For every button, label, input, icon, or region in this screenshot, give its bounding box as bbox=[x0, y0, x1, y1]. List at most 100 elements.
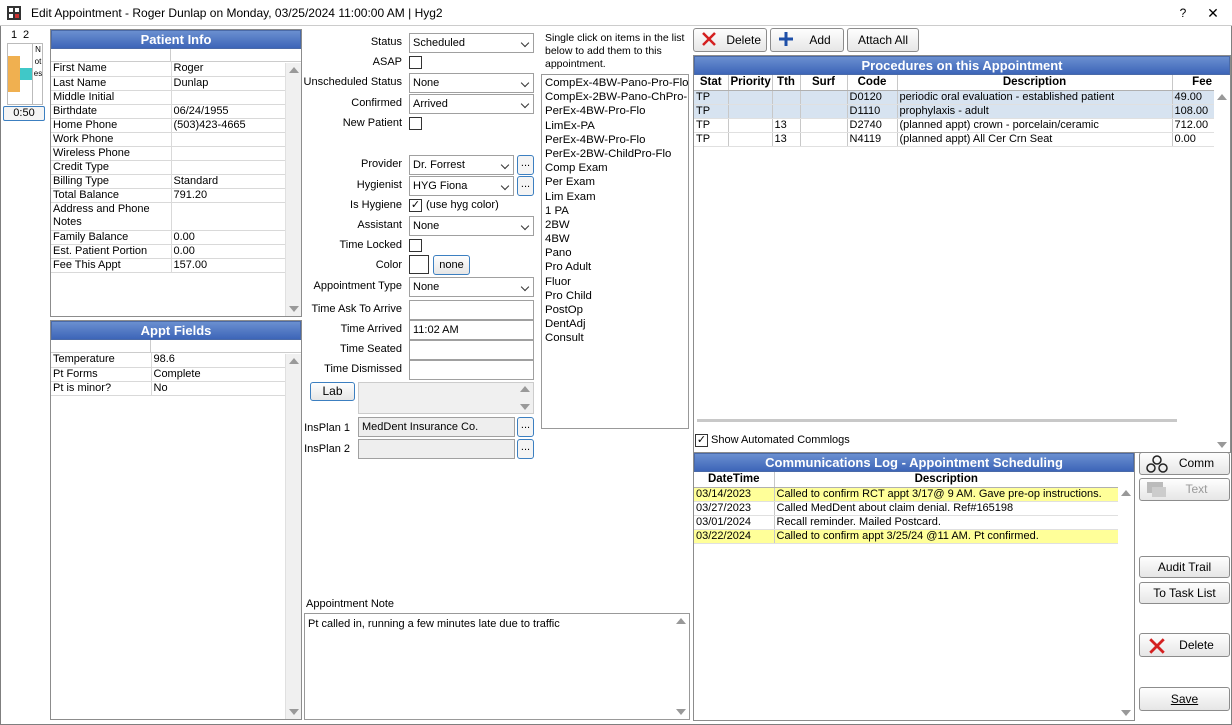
patient-info-label: Family Balance bbox=[51, 230, 171, 245]
appt-field-row[interactable]: Pt Forms Complete bbox=[51, 367, 285, 382]
provider-picker-button[interactable]: ... bbox=[517, 155, 534, 175]
patient-info-row[interactable]: Credit Type bbox=[51, 160, 285, 175]
to-task-list-button[interactable]: To Task List bbox=[1139, 582, 1230, 604]
unscheduled-status-dropdown[interactable]: None bbox=[409, 73, 534, 93]
audit-trail-button[interactable]: Audit Trail bbox=[1139, 556, 1230, 578]
note-scrollbar[interactable] bbox=[673, 614, 689, 719]
hygienist-picker-button[interactable]: ... bbox=[517, 176, 534, 196]
patient-info-row[interactable]: First Name Roger bbox=[51, 62, 285, 77]
text-button[interactable]: Text bbox=[1139, 478, 1230, 501]
quick-add-item[interactable]: CompEx-2BW-Pano-ChPro- bbox=[542, 90, 688, 104]
appointment-note-textarea[interactable]: Pt called in, running a few minutes late… bbox=[304, 613, 690, 720]
commlog-row[interactable]: 03/14/2023 Called to confirm RCT appt 3/1… bbox=[694, 487, 1118, 502]
time-seated-input[interactable] bbox=[409, 340, 534, 360]
time-ask-arrive-input[interactable] bbox=[409, 300, 534, 320]
patient-info-row[interactable]: Address and Phone Notes bbox=[51, 202, 285, 231]
insplan1-picker-button[interactable]: ... bbox=[517, 417, 534, 437]
quick-add-item[interactable]: 4BW bbox=[542, 232, 688, 246]
commlog-column-header[interactable]: DateTime bbox=[694, 472, 774, 488]
quick-add-item[interactable]: Pro Adult bbox=[542, 260, 688, 274]
quick-add-item[interactable]: 2BW bbox=[542, 218, 688, 232]
asap-checkbox[interactable] bbox=[409, 56, 422, 69]
patient-info-row[interactable]: Home Phone (503)423-4665 bbox=[51, 118, 285, 133]
color-swatch[interactable] bbox=[409, 255, 429, 274]
quick-add-item[interactable]: Comp Exam bbox=[542, 161, 688, 175]
confirmed-dropdown[interactable]: Arrived bbox=[409, 94, 534, 114]
add-procedure-button[interactable]: Add bbox=[770, 28, 844, 52]
procedure-column-header[interactable]: Tth bbox=[771, 75, 800, 91]
time-dismissed-input[interactable] bbox=[409, 360, 534, 380]
lab-scrollbar[interactable] bbox=[517, 383, 533, 413]
delete-appointment-button[interactable]: Delete bbox=[1139, 633, 1230, 657]
quick-add-item[interactable]: DentAdj bbox=[542, 317, 688, 331]
patient-info-row[interactable]: Birthdate 06/24/1955 bbox=[51, 104, 285, 119]
patient-info-row[interactable]: Family Balance 0.00 bbox=[51, 230, 285, 245]
procedure-column-header[interactable]: Stat bbox=[694, 75, 728, 91]
patient-info-scrollbar[interactable] bbox=[285, 63, 301, 316]
commlog-scrollbar[interactable] bbox=[1118, 486, 1134, 720]
comm-button[interactable]: Comm bbox=[1139, 452, 1230, 475]
preview-time[interactable]: 0:50 bbox=[3, 106, 45, 121]
patient-info-row[interactable]: Billing Type Standard bbox=[51, 174, 285, 189]
commlog-row[interactable]: 03/27/2023 Called MedDent about claim den… bbox=[694, 501, 1118, 516]
appointment-type-dropdown[interactable]: None bbox=[409, 277, 534, 297]
lab-button[interactable]: Lab bbox=[310, 382, 355, 401]
quick-add-item[interactable]: PerEx-4BW-Pro-Flo bbox=[542, 104, 688, 118]
quick-add-item[interactable]: Pro Child bbox=[542, 289, 688, 303]
quick-add-item[interactable]: Fluor bbox=[542, 275, 688, 289]
quick-add-item[interactable]: LimEx-PA bbox=[542, 119, 688, 133]
procedure-desc: prophylaxis - adult bbox=[896, 104, 1172, 119]
quick-add-item[interactable]: Lim Exam bbox=[542, 190, 688, 204]
quick-add-item[interactable]: Per Exam bbox=[542, 175, 688, 189]
new-patient-checkbox[interactable] bbox=[409, 117, 422, 130]
show-commlogs-checkbox[interactable]: ✓ bbox=[695, 434, 708, 447]
procedures-hscrollbar[interactable] bbox=[697, 419, 1177, 422]
appt-field-row[interactable]: Pt is minor? No bbox=[51, 381, 285, 396]
quick-add-item[interactable]: PerEx-4BW-Pro-Flo bbox=[542, 133, 688, 147]
procedures-scrollbar[interactable] bbox=[1214, 90, 1230, 452]
patient-info-value: Roger bbox=[170, 62, 285, 77]
procedure-column-header[interactable]: Priority bbox=[727, 75, 772, 91]
commlog-row[interactable]: 03/01/2024 Recall reminder. Mailed Postca… bbox=[694, 515, 1118, 530]
patient-info-row[interactable]: Total Balance 791.20 bbox=[51, 188, 285, 203]
commlog-row[interactable]: 03/22/2024 Called to confirm appt 3/25/24… bbox=[694, 529, 1118, 544]
attach-all-button[interactable]: Attach All bbox=[847, 28, 919, 52]
procedure-column-header[interactable]: Surf bbox=[799, 75, 847, 91]
provider-dropdown[interactable]: Dr. Forrest bbox=[409, 155, 514, 175]
quick-add-item[interactable]: PostOp bbox=[542, 303, 688, 317]
insplan2-picker-button[interactable]: ... bbox=[517, 439, 534, 459]
hygienist-dropdown[interactable]: HYG Fiona bbox=[409, 176, 514, 196]
patient-info-row[interactable]: Middle Initial bbox=[51, 90, 285, 105]
patient-info-row[interactable]: Fee This Appt 157.00 bbox=[51, 258, 285, 273]
appt-field-row[interactable]: Temperature 98.6 bbox=[51, 353, 285, 368]
quick-add-item[interactable]: CompEx-4BW-Pano-Pro-Flo bbox=[542, 76, 688, 90]
assistant-dropdown[interactable]: None bbox=[409, 216, 534, 236]
quick-add-item[interactable]: 1 PA bbox=[542, 204, 688, 218]
commlog-column-header[interactable]: Description bbox=[773, 472, 1118, 488]
procedure-row[interactable]: TP 13 D2740 (planned appt) crown - porcelai… bbox=[694, 118, 1214, 133]
procedure-column-header[interactable]: Description bbox=[896, 75, 1172, 91]
time-arrived-input[interactable]: 11:02 AM bbox=[409, 320, 534, 340]
patient-info-row[interactable]: Wireless Phone bbox=[51, 146, 285, 161]
status-dropdown[interactable]: Scheduled bbox=[409, 33, 534, 53]
quick-add-item[interactable]: Consult bbox=[542, 331, 688, 345]
procedure-row[interactable]: TP D1110 prophylaxis - adult 108.00 bbox=[694, 104, 1214, 119]
appointment-type-label: Appointment Type bbox=[313, 280, 402, 292]
close-button[interactable]: ✕ bbox=[1202, 3, 1224, 23]
help-button[interactable]: ? bbox=[1172, 3, 1194, 23]
patient-info-row[interactable]: Est. Patient Portion 0.00 bbox=[51, 244, 285, 259]
quick-add-item[interactable]: PerEx-2BW-ChildPro-Flo bbox=[542, 147, 688, 161]
procedure-row[interactable]: TP D0120 periodic oral evaluation - establ… bbox=[694, 90, 1214, 105]
procedure-row[interactable]: TP 13 N4119 (planned appt) All Cer Crn Seat… bbox=[694, 132, 1214, 147]
patient-info-row[interactable]: Last Name Dunlap bbox=[51, 76, 285, 91]
delete-procedure-button[interactable]: Delete bbox=[693, 28, 767, 52]
procedure-column-header[interactable]: Fee bbox=[1171, 75, 1214, 91]
color-none-button[interactable]: none bbox=[433, 255, 470, 275]
appt-fields-scrollbar[interactable] bbox=[285, 354, 301, 719]
time-locked-checkbox[interactable] bbox=[409, 239, 422, 252]
save-button[interactable]: Save bbox=[1139, 687, 1230, 711]
patient-info-row[interactable]: Work Phone bbox=[51, 132, 285, 147]
quick-add-item[interactable]: Pano bbox=[542, 246, 688, 260]
procedure-column-header[interactable]: Code bbox=[846, 75, 897, 91]
is-hygiene-checkbox[interactable]: ✓ bbox=[409, 199, 422, 212]
